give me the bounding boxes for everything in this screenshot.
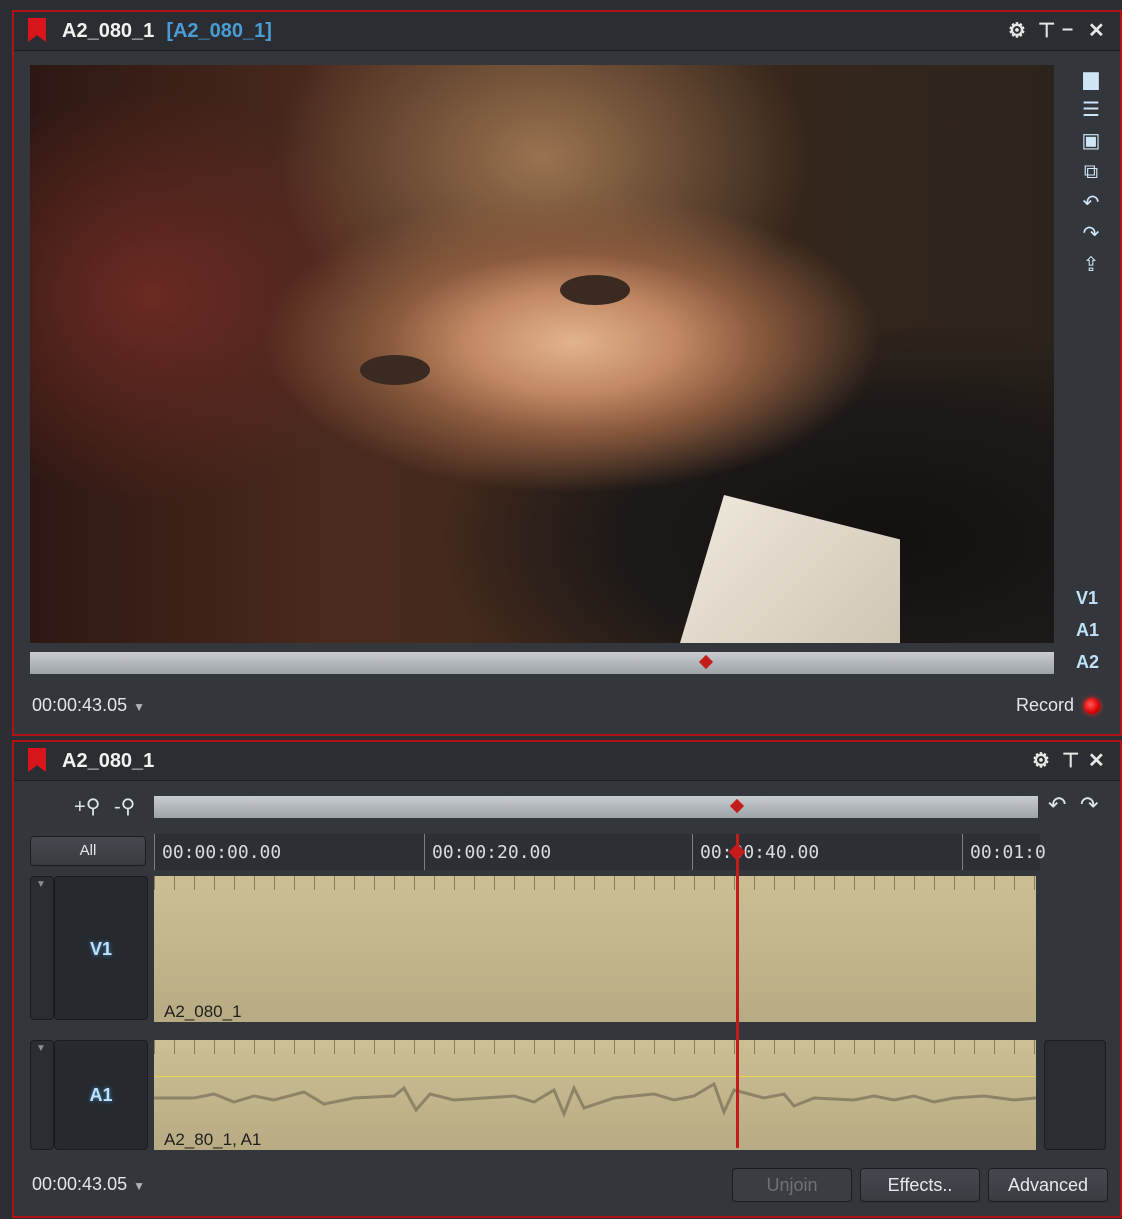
video-detail bbox=[360, 355, 430, 385]
clip-editor-panel: A2_080_1 ⚙ ⊤ ✕ +⚲ -⚲ ↶ ↷ All 00:00:00.00… bbox=[12, 740, 1122, 1218]
clip-frame-ticks bbox=[154, 1040, 1036, 1054]
track-label-v1: V1 bbox=[89, 939, 113, 959]
overlay-icon[interactable]: ⧉ bbox=[1077, 160, 1105, 184]
undo-icon[interactable]: ↶ bbox=[1048, 792, 1066, 818]
clip-name: A2_080_1 bbox=[164, 1002, 242, 1021]
track-label-a1: A1 bbox=[89, 1085, 113, 1105]
record-button[interactable] bbox=[1084, 698, 1100, 714]
clip-a1[interactable]: A2_80_1, A1 bbox=[154, 1040, 1036, 1150]
pin-icon[interactable]: ⊤ bbox=[1062, 748, 1079, 773]
viewer-toolbar: ▆ ☰ ▣ ⧉ ↶ ↷ ⇪ bbox=[1074, 67, 1108, 284]
redo-icon[interactable]: ↷ bbox=[1077, 222, 1105, 246]
ruler-label: 00:00:40.00 bbox=[700, 842, 820, 863]
clip-v1[interactable]: A2_080_1 bbox=[154, 876, 1036, 1022]
redo-icon[interactable]: ↷ bbox=[1080, 792, 1098, 818]
viewer-track-a1[interactable]: A1 bbox=[1076, 620, 1099, 641]
minimize-icon[interactable]: – bbox=[1062, 18, 1073, 41]
undo-icon[interactable]: ↶ bbox=[1077, 191, 1105, 215]
record-label: Record bbox=[1015, 695, 1074, 715]
editor-title: A2_080_1 bbox=[62, 750, 155, 772]
viewer-title: A2_080_1 [A2_080_1] bbox=[62, 20, 272, 43]
fit-frame-icon[interactable]: ▣ bbox=[1077, 129, 1105, 153]
viewer-timecode-text: 00:00:43.05 bbox=[32, 695, 128, 715]
video-detail bbox=[560, 275, 630, 305]
unjoin-button[interactable]: Unjoin bbox=[732, 1168, 852, 1202]
viewer-track-v1[interactable]: V1 bbox=[1076, 588, 1098, 609]
playhead[interactable] bbox=[736, 834, 740, 1148]
editor-timecode[interactable]: 00:00:43.05 ▼ bbox=[32, 1174, 145, 1195]
ruler-tick bbox=[154, 834, 155, 870]
dropdown-arrow-icon[interactable]: ▼ bbox=[133, 700, 145, 714]
clip-name: A2_80_1, A1 bbox=[164, 1130, 262, 1149]
editor-timecode-text: 00:00:43.05 bbox=[32, 1174, 128, 1194]
bookmark-icon[interactable] bbox=[28, 18, 46, 42]
viewer-track-a2[interactable]: A2 bbox=[1076, 652, 1099, 673]
pin-icon[interactable]: ⊤ bbox=[1038, 18, 1055, 43]
bookmark-icon[interactable] bbox=[28, 748, 46, 772]
settings-icon[interactable]: ⚙ bbox=[1008, 18, 1026, 43]
video-detail bbox=[680, 495, 900, 643]
effects-button[interactable]: Effects.. bbox=[860, 1168, 980, 1202]
viewer-titlebar: A2_080_1 [A2_080_1] ⚙ ⊤ – ✕ bbox=[14, 12, 1120, 51]
zoom-out-icon[interactable]: -⚲ bbox=[114, 794, 135, 819]
tracks-icon[interactable]: ☰ bbox=[1077, 98, 1105, 122]
zoom-in-symbol: + bbox=[74, 796, 86, 818]
ruler-label: 00:01:0 bbox=[970, 842, 1046, 863]
close-icon[interactable]: ✕ bbox=[1088, 18, 1105, 43]
track-header-a1[interactable]: A1 bbox=[54, 1040, 148, 1150]
settings-icon[interactable]: ⚙ bbox=[1032, 748, 1050, 773]
ruler-tick bbox=[424, 834, 425, 870]
zoom-in-icon[interactable]: +⚲ bbox=[74, 794, 100, 819]
collapse-arrow-icon: ▼ bbox=[36, 1043, 46, 1054]
folder-icon[interactable]: ▆ bbox=[1077, 67, 1105, 91]
track-side-slot bbox=[1044, 1040, 1106, 1150]
zoom-out-symbol: - bbox=[114, 796, 121, 818]
viewer-scrubber[interactable] bbox=[30, 652, 1054, 674]
clip-frame-ticks bbox=[154, 876, 1036, 890]
all-tracks-button[interactable]: All bbox=[30, 836, 146, 866]
collapse-arrow-icon: ▼ bbox=[36, 879, 46, 890]
timeline-ruler[interactable]: 00:00:00.00 00:00:20.00 00:00:40.00 00:0… bbox=[154, 834, 1046, 870]
editor-titlebar: A2_080_1 ⚙ ⊤ ✕ bbox=[14, 742, 1120, 781]
viewer-subtitle: [A2_080_1] bbox=[166, 20, 272, 42]
scrubber-handle[interactable] bbox=[698, 654, 713, 670]
ruler-label: 00:00:00.00 bbox=[162, 842, 282, 863]
scrubber-handle[interactable] bbox=[730, 798, 745, 814]
advanced-button[interactable]: Advanced bbox=[988, 1168, 1108, 1202]
track-header-v1[interactable]: V1 bbox=[54, 876, 148, 1020]
close-icon[interactable]: ✕ bbox=[1088, 748, 1105, 773]
editor-scrubber[interactable] bbox=[154, 796, 1038, 818]
track-collapse-toggle[interactable]: ▼ bbox=[30, 876, 54, 1020]
dropdown-arrow-icon[interactable]: ▼ bbox=[133, 1179, 145, 1193]
ruler-label: 00:00:20.00 bbox=[432, 842, 552, 863]
track-collapse-toggle[interactable]: ▼ bbox=[30, 1040, 54, 1150]
ruler-tick bbox=[962, 834, 963, 870]
audio-waveform bbox=[154, 1081, 1036, 1119]
viewer-timecode[interactable]: 00:00:43.05 ▼ bbox=[32, 695, 145, 716]
source-viewer-panel: A2_080_1 [A2_080_1] ⚙ ⊤ – ✕ ▆ ☰ ▣ ⧉ ↶ ↷ ⇪… bbox=[12, 10, 1122, 736]
ruler-tick bbox=[692, 834, 693, 870]
export-icon[interactable]: ⇪ bbox=[1077, 253, 1105, 277]
video-frame[interactable] bbox=[30, 65, 1054, 643]
viewer-title-text: A2_080_1 bbox=[62, 20, 155, 42]
